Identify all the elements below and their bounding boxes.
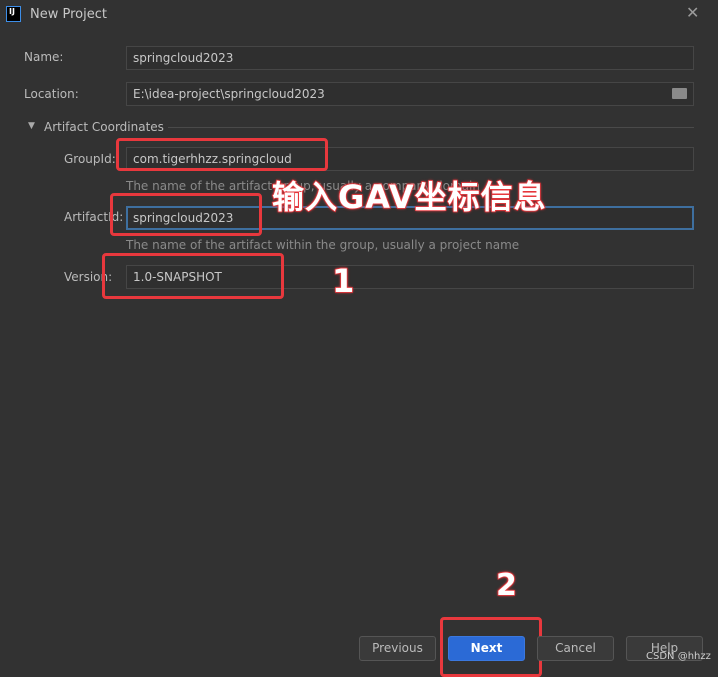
section-title[interactable]: Artifact Coordinates [44, 120, 164, 134]
close-icon[interactable]: ✕ [686, 3, 699, 22]
annotation-box-groupid [116, 138, 328, 171]
name-label: Name: [24, 50, 64, 64]
cancel-button[interactable]: Cancel [537, 636, 614, 661]
section-divider [168, 127, 694, 128]
annotation-step-1: 1 [331, 261, 355, 301]
collapse-triangle-icon[interactable]: ▼ [28, 121, 35, 131]
annotation-step-2: 2 [495, 567, 517, 604]
location-label: Location: [24, 87, 79, 101]
annotation-box-version [102, 253, 284, 299]
folder-icon[interactable] [672, 88, 687, 99]
next-button[interactable]: Next [448, 636, 525, 661]
intellij-logo-icon: IJ [6, 6, 21, 22]
name-input[interactable]: springcloud2023 [126, 46, 694, 70]
location-value: E:\idea-project\springcloud2023 [133, 87, 325, 101]
watermark: CSDN @hhzz [646, 651, 711, 662]
previous-button[interactable]: Previous [359, 636, 436, 661]
annotation-gav-text: 输入GAV坐标信息 [271, 177, 547, 217]
location-input[interactable]: E:\idea-project\springcloud2023 [126, 82, 694, 106]
groupid-label: GroupId: [64, 152, 116, 166]
window-title: New Project [30, 7, 107, 22]
artifactid-hint: The name of the artifact within the grou… [126, 238, 520, 252]
annotation-box-artifactid [110, 193, 262, 236]
